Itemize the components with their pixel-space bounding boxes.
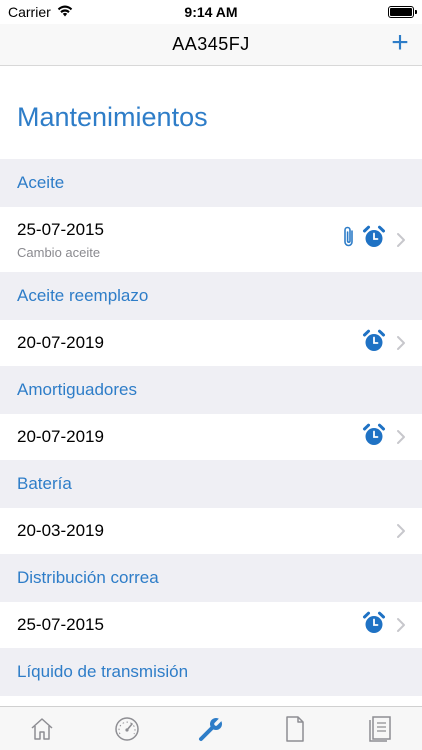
section-header-amortiguadores: Amortiguadores xyxy=(0,366,422,414)
list-item[interactable]: 25-07-2015 Cambio aceite xyxy=(0,207,422,272)
large-title-area: Mantenimientos xyxy=(0,66,422,159)
row-date: 20-07-2019 xyxy=(17,427,104,446)
tab-home[interactable] xyxy=(22,711,62,747)
tab-maintenance[interactable] xyxy=(191,711,231,747)
section-header-bateria: Batería xyxy=(0,460,422,508)
section-header-aceite: Aceite xyxy=(0,159,422,207)
row-date: 20-07-2019 xyxy=(17,333,104,352)
row-text: 25-07-2015 xyxy=(17,615,362,635)
row-text: 20-07-2019 xyxy=(17,333,362,353)
alarm-clock-icon xyxy=(362,329,386,358)
chevron-right-icon xyxy=(397,232,405,247)
row-text: 20-07-2019 xyxy=(17,427,362,447)
row-date: 25-07-2015 xyxy=(17,219,104,239)
tab-notes[interactable] xyxy=(360,711,400,747)
row-icons xyxy=(362,423,386,452)
chevron-right-icon xyxy=(397,618,405,632)
list-item[interactable]: 25-07-2015 xyxy=(0,602,422,648)
navigation-bar: AA345FJ + xyxy=(0,24,422,66)
battery-icon xyxy=(388,6,417,18)
notes-icon xyxy=(369,715,391,742)
section-header-label: Batería xyxy=(17,474,72,493)
maintenance-list: Aceite 25-07-2015 Cambio aceite Aceite r… xyxy=(0,159,422,696)
alarm-clock-icon xyxy=(362,611,386,640)
tab-speedometer[interactable] xyxy=(107,711,147,747)
speedometer-icon xyxy=(114,716,139,741)
row-date: 25-07-2015 xyxy=(17,615,104,634)
row-date: 20-03-2019 xyxy=(17,521,104,540)
document-icon xyxy=(286,715,305,742)
section-header-label: Aceite reemplazo xyxy=(17,286,149,305)
section-header-label: Amortiguadores xyxy=(17,380,138,399)
chevron-right-icon xyxy=(397,430,405,444)
status-bar: Carrier 9:14 AM xyxy=(0,0,422,24)
chevron-right-icon xyxy=(397,524,405,538)
list-item[interactable]: 20-03-2019 xyxy=(0,508,422,554)
add-button[interactable]: + xyxy=(386,28,414,58)
row-icons xyxy=(362,611,386,640)
row-text: 25-07-2015 Cambio aceite xyxy=(17,220,342,260)
alarm-clock-icon xyxy=(362,423,386,452)
list-item[interactable]: 20-07-2019 xyxy=(0,414,422,460)
tab-documents[interactable] xyxy=(275,711,315,747)
tab-bar xyxy=(0,706,422,750)
row-icons xyxy=(342,225,386,254)
row-subtitle: Cambio aceite xyxy=(17,244,101,260)
section-header-label: Aceite xyxy=(17,173,65,192)
section-header-label: Distribución correa xyxy=(17,568,159,587)
nav-title: AA345FJ xyxy=(172,34,250,54)
section-header-liquido-transmision: Líquido de transmisión xyxy=(0,648,422,696)
section-header-distribucion-correa: Distribución correa xyxy=(0,554,422,602)
wifi-icon xyxy=(57,4,73,20)
wrench-icon xyxy=(198,714,225,741)
list-item[interactable]: 20-07-2019 xyxy=(0,320,422,366)
chevron-right-icon xyxy=(397,336,405,350)
alarm-clock-icon xyxy=(362,225,386,254)
row-text: 20-03-2019 xyxy=(17,521,396,541)
carrier-label: Carrier xyxy=(8,4,51,20)
row-icons xyxy=(362,329,386,358)
section-header-label: Líquido de transmisión xyxy=(17,662,189,681)
status-left: Carrier xyxy=(8,4,73,20)
paperclip-icon xyxy=(342,225,356,254)
home-icon xyxy=(31,717,53,740)
page-title: Mantenimientos xyxy=(17,102,208,132)
section-header-aceite-reemplazo: Aceite reemplazo xyxy=(0,272,422,320)
